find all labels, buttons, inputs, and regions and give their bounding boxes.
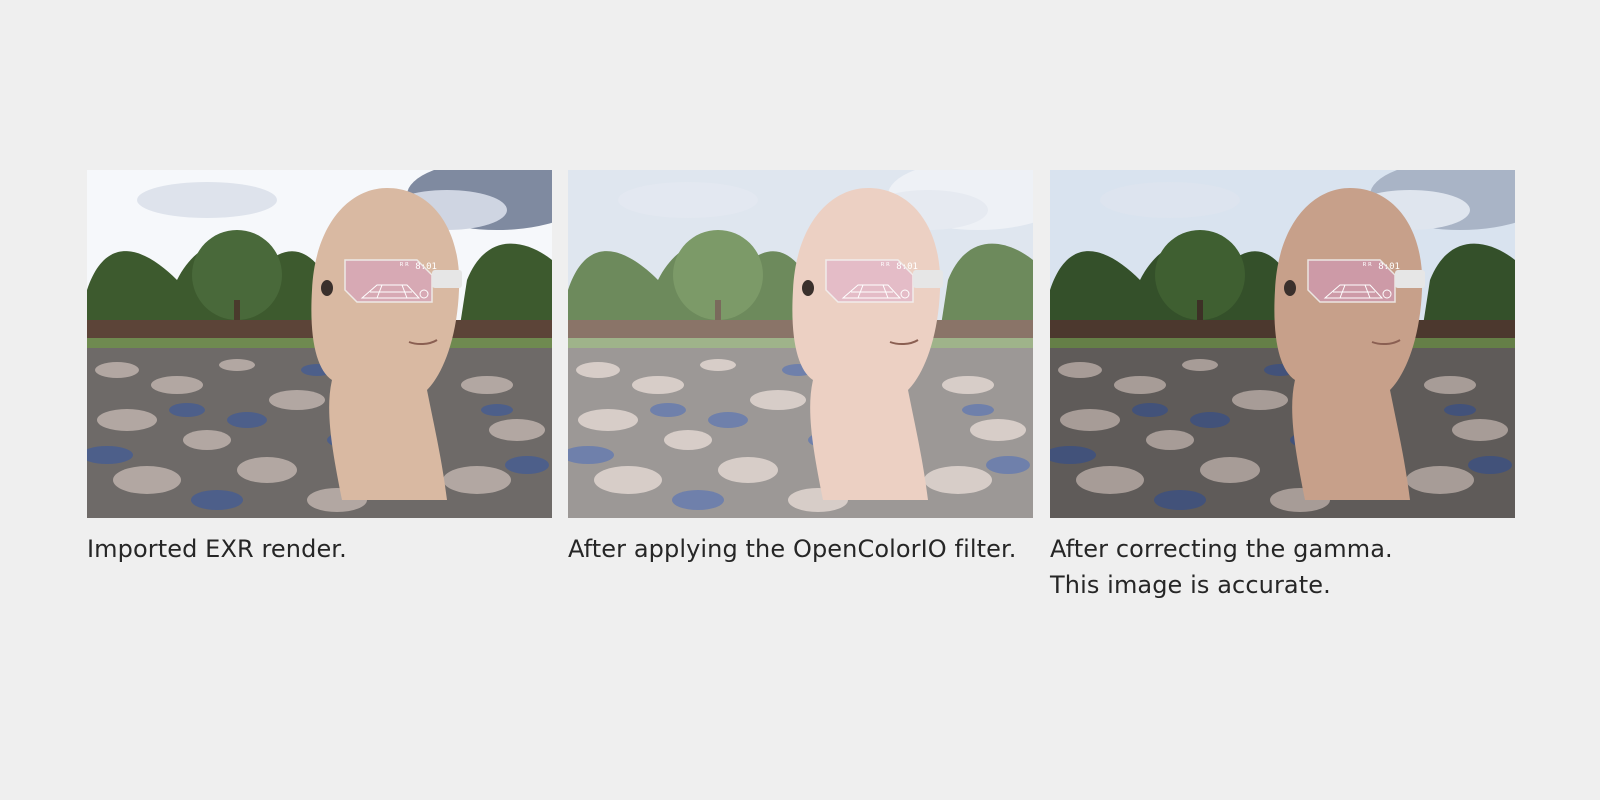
panel-imported: ᴿᴿ 8:01 Imported EXR render. (87, 170, 552, 567)
render-image: ᴿᴿ 8:01 (87, 170, 552, 518)
caption: Imported EXR render. (87, 531, 552, 567)
caption-line: After correcting the gamma. (1050, 535, 1393, 563)
hud-readout: ᴿᴿ 8:01 (1362, 262, 1400, 272)
caption: After applying the OpenColorIO filter. (568, 531, 1033, 567)
caption-line: After applying the OpenColorIO filter. (568, 535, 1017, 563)
render-image: ᴿᴿ 8:01 (1050, 170, 1515, 518)
render-image: ᴿᴿ 8:01 (568, 170, 1033, 518)
hud-readout: ᴿᴿ 8:01 (880, 262, 918, 272)
panel-gamma-corrected: ᴿᴿ 8:01 After correcting the gamma. This… (1050, 170, 1515, 603)
panel-opencolorio: ᴿᴿ 8:01 After applying the OpenColorIO f… (568, 170, 1033, 567)
caption-line: Imported EXR render. (87, 535, 347, 563)
caption-line: This image is accurate. (1050, 571, 1331, 599)
caption: After correcting the gamma. This image i… (1050, 531, 1515, 603)
hud-readout: ᴿᴿ 8:01 (399, 262, 437, 272)
